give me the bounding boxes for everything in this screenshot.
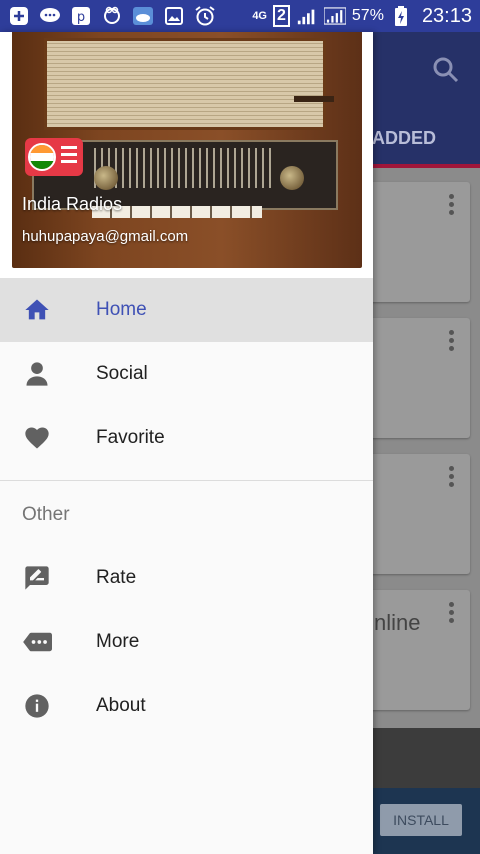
notification-icons: p <box>8 6 216 26</box>
network-type: 4G <box>252 9 267 22</box>
account-email: huhupapaya@gmail.com <box>22 228 189 245</box>
svg-text:p: p <box>77 10 85 25</box>
background-card <box>362 318 470 438</box>
radio-grille <box>44 38 326 130</box>
gallery-icon <box>163 6 185 26</box>
status-right: 4G 2 57% 23:13 <box>252 5 472 28</box>
background-card: nline <box>362 590 470 710</box>
overflow-menu-icon <box>449 466 454 490</box>
menu-divider <box>0 480 373 481</box>
menu-item-social[interactable]: Social <box>0 342 373 406</box>
radio-lines-icon <box>61 146 77 167</box>
menu-label: More <box>96 631 140 652</box>
radio-knob <box>94 166 118 190</box>
drawer-header: India Radios huhupapaya@gmail.com <box>0 32 373 278</box>
rate-icon <box>22 563 52 593</box>
menu-label: Rate <box>96 567 137 588</box>
baby-icon <box>101 6 123 26</box>
person-icon <box>22 359 52 389</box>
overflow-menu-icon <box>449 330 454 354</box>
cloud-icon <box>132 6 154 26</box>
radio-knob <box>280 166 304 190</box>
menu-item-rate[interactable]: Rate <box>0 546 373 610</box>
sim-indicator: 2 <box>273 5 290 27</box>
menu-item-home[interactable]: Home <box>0 278 373 342</box>
battery-icon <box>390 6 412 26</box>
card-title: nline <box>374 610 421 635</box>
menu-item-about[interactable]: About <box>0 674 373 738</box>
india-flag-icon <box>28 143 56 171</box>
alarm-icon <box>194 6 216 26</box>
menu-label: Favorite <box>96 427 165 448</box>
dial-scale <box>94 148 274 188</box>
signal-icon-2 <box>323 6 346 26</box>
more-icon <box>22 627 52 657</box>
section-title-other: Other <box>22 504 70 525</box>
menu-label: About <box>96 695 146 716</box>
signal-icon <box>296 6 318 26</box>
heart-icon <box>22 423 52 453</box>
menu-item-favorite[interactable]: Favorite <box>0 406 373 470</box>
menu-item-more[interactable]: More <box>0 610 373 674</box>
status-bar: p 4G 2 57% 23:13 <box>0 0 480 32</box>
background-card <box>362 454 470 574</box>
add-icon <box>8 6 30 26</box>
chat-icon <box>39 6 61 26</box>
battery-percent: 57% <box>351 7 384 24</box>
app-logo <box>25 138 83 176</box>
info-icon <box>22 691 52 721</box>
search-icon <box>432 56 460 89</box>
tab-added: ADDED <box>372 128 437 148</box>
overflow-menu-icon <box>449 194 454 218</box>
overflow-menu-icon <box>449 602 454 626</box>
tab-indicator <box>373 164 480 168</box>
clock: 23:13 <box>421 4 472 27</box>
install-button[interactable]: INSTALL <box>380 804 462 836</box>
app-name: India Radios <box>22 194 123 214</box>
message-icon: p <box>70 6 92 26</box>
menu-label: Social <box>96 363 148 384</box>
radio-badge <box>294 96 334 102</box>
background-card <box>362 182 470 302</box>
menu-label: Home <box>96 299 147 320</box>
navigation-drawer: India Radios huhupapaya@gmail.com Home S… <box>0 32 373 854</box>
home-icon <box>22 295 52 325</box>
